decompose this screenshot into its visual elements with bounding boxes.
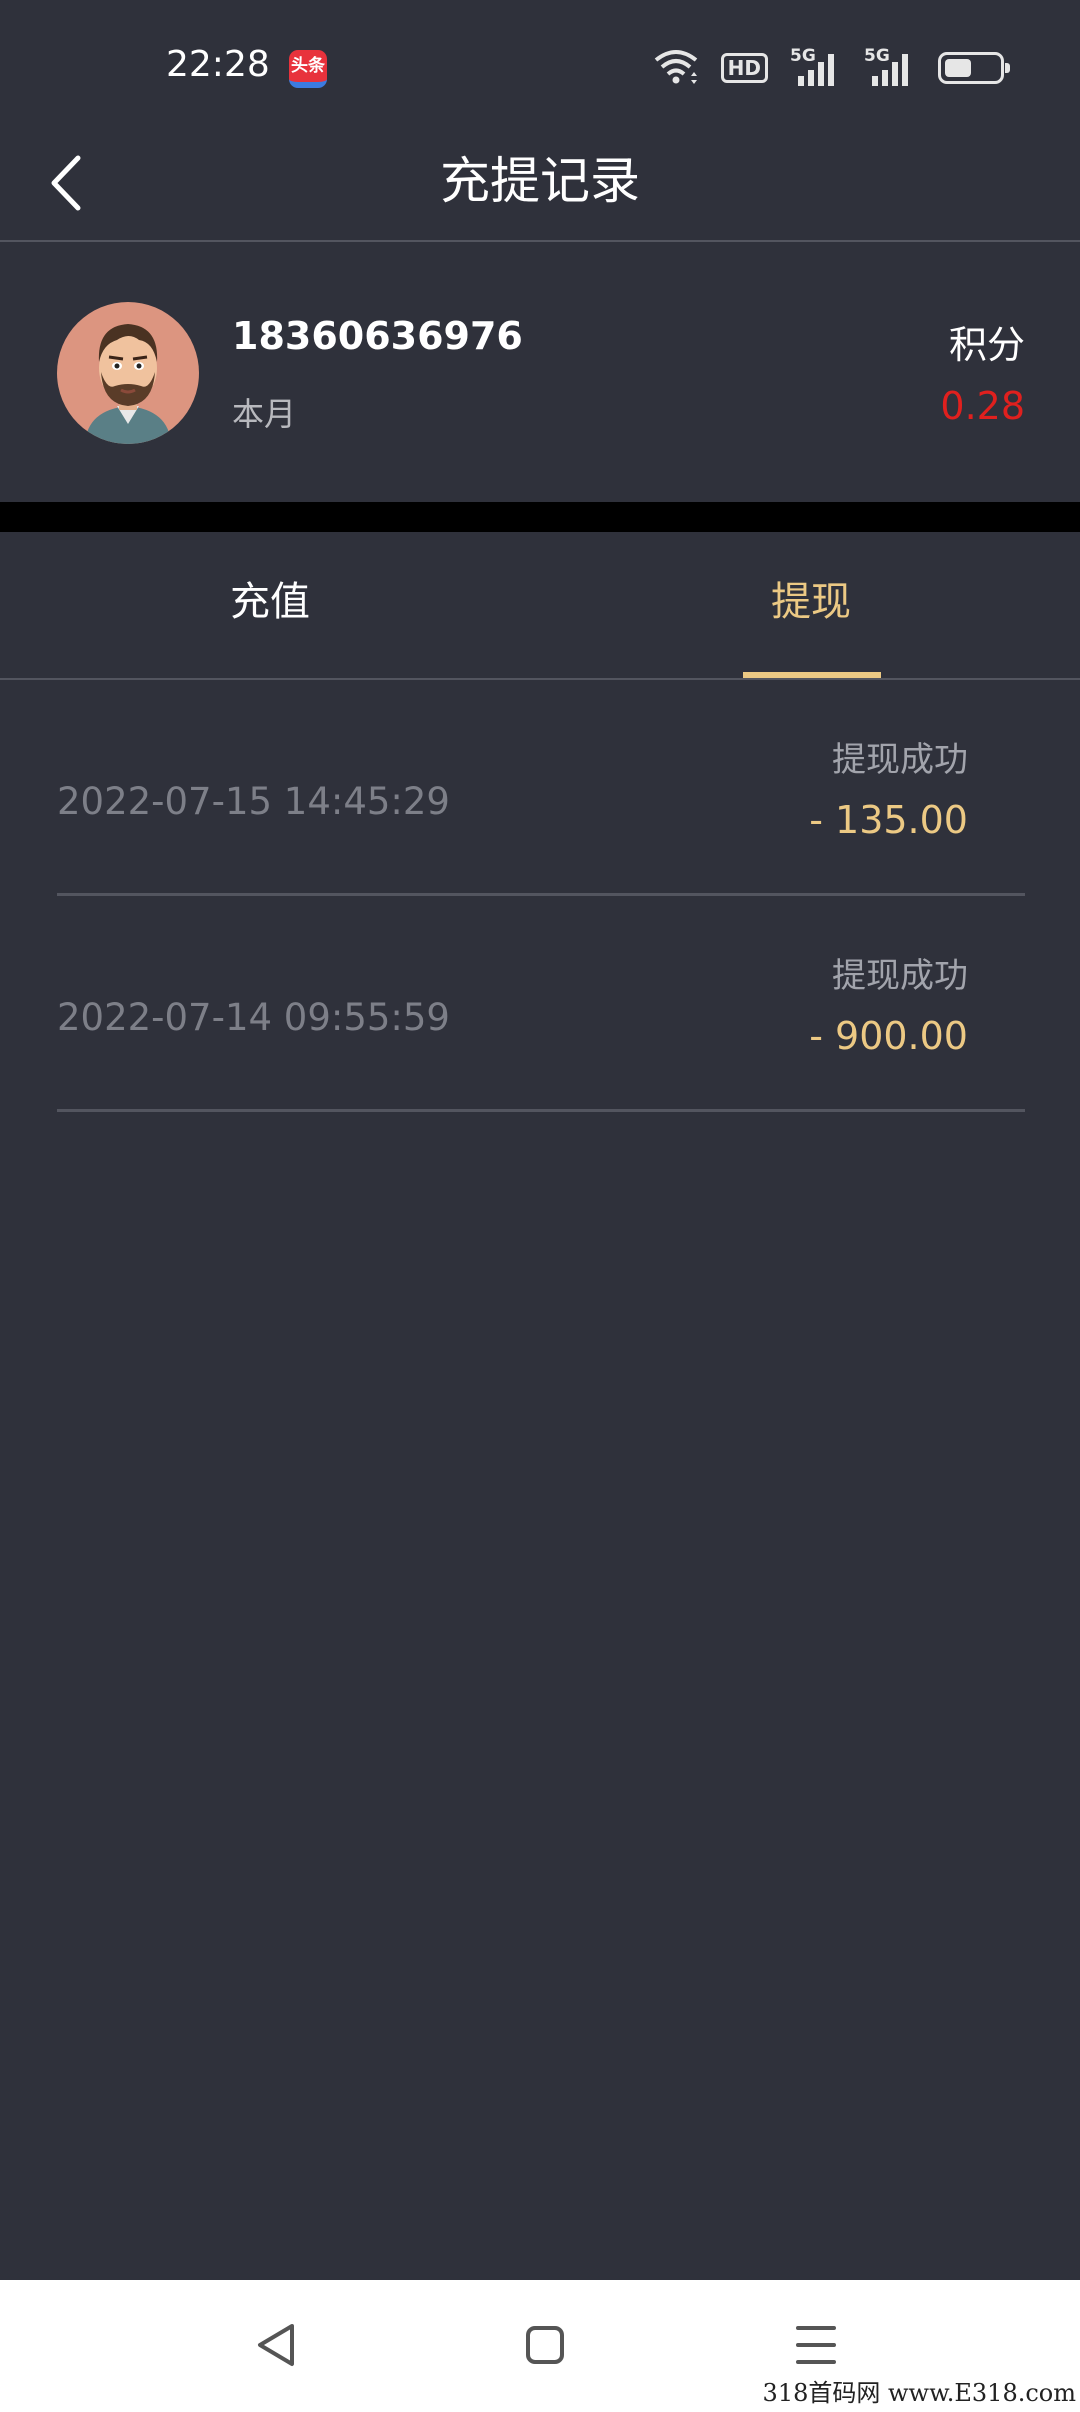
battery-fill: [945, 59, 971, 77]
page-title: 充提记录: [440, 152, 640, 210]
list-item[interactable]: 2022-07-14 09:55:59 提现成功 - 900.00: [57, 896, 1025, 1112]
user-phone: 18360636976: [232, 314, 523, 358]
record-time: 2022-07-14 09:55:59: [57, 996, 450, 1039]
nav-header: 充提记录: [0, 120, 1080, 242]
nav-home-button[interactable]: [505, 2310, 585, 2380]
section-divider: [0, 502, 1080, 532]
page: 22:28 头条 HD 5G 5G 充提记录 18360636976 本月 积分…: [0, 0, 1080, 2412]
record-status: 提现成功: [832, 956, 968, 996]
user-card: 18360636976 本月 积分 0.28: [0, 244, 1080, 502]
watermark: 318首码网 www.E318.com: [762, 2379, 1076, 2407]
tab-bar: 充值 提现: [0, 532, 1080, 680]
triangle-back-icon: [258, 2324, 294, 2366]
list-item[interactable]: 2022-07-15 14:45:29 提现成功 - 135.00: [57, 680, 1025, 896]
record-list: 2022-07-15 14:45:29 提现成功 - 135.00 2022-0…: [57, 680, 1025, 1112]
nav-back-button[interactable]: [236, 2310, 316, 2380]
record-amount: - 900.00: [809, 1014, 968, 1058]
status-icons: HD 5G 5G: [653, 46, 1010, 90]
menu-icon: [796, 2326, 836, 2364]
hd-voice-badge: HD: [720, 53, 768, 83]
avatar: [57, 302, 199, 444]
points-value: 0.28: [940, 384, 1025, 428]
tab-withdraw[interactable]: 提现: [661, 532, 961, 680]
avatar-illustration: [85, 324, 171, 444]
record-time: 2022-07-15 14:45:29: [57, 780, 450, 823]
toutiao-app-icon: 头条: [289, 50, 327, 88]
record-status: 提现成功: [832, 740, 968, 780]
status-time: 22:28: [166, 44, 270, 85]
square-home-icon: [526, 2326, 564, 2364]
battery-icon: [938, 52, 1010, 84]
status-bar: 22:28 头条 HD 5G 5G: [0, 0, 1080, 120]
wifi-icon: [653, 46, 699, 90]
nav-menu-button[interactable]: [776, 2310, 856, 2380]
signal-sim1-icon: 5G: [790, 46, 842, 88]
signal-sim2-icon: 5G: [864, 46, 916, 88]
points-label: 积分: [948, 323, 1025, 367]
record-amount: - 135.00: [809, 798, 968, 842]
tab-recharge[interactable]: 充值: [120, 532, 420, 680]
active-tab-indicator: [743, 672, 881, 678]
sim1-network-label: 5G: [790, 46, 816, 66]
period-label: 本月: [232, 395, 297, 433]
system-nav-bar: 318首码网 www.E318.com: [0, 2280, 1080, 2412]
sim2-network-label: 5G: [864, 46, 890, 66]
